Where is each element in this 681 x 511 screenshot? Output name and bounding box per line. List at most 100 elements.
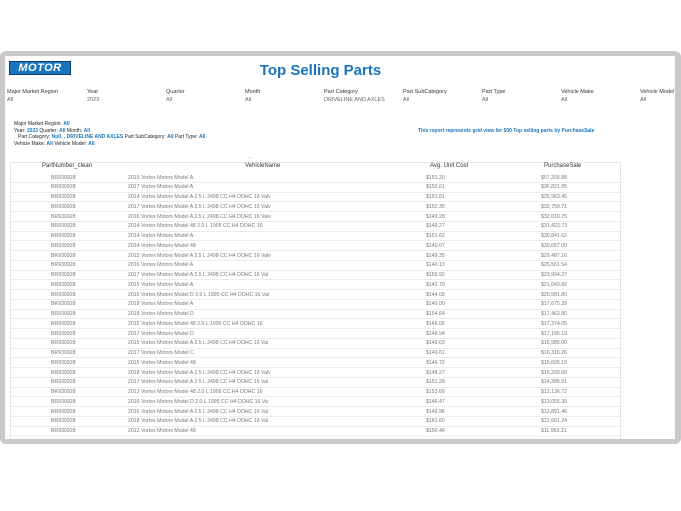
table-row[interactable]: BR930928 2015 Vortex Motors Model A $142.7… [11,280,622,290]
filter-value: All [245,97,252,103]
cell-vehiclename: 2015 Vortex Motors Model 48 [128,359,196,366]
cell-vehiclename: 2016 Vortex Motors Model A 2.5 L 2498 CC… [128,408,269,415]
cell-partnumber: BR930928 [51,223,76,230]
table-row[interactable]: BR930928 2014 Vortex Motors Model 48 $140.… [11,241,622,251]
table-row[interactable]: BR930928 2015 Vortex Motors Model A $151.2… [11,173,622,183]
header-vehiclename[interactable]: VehicleName [245,163,280,169]
cell-partnumber: BR930928 [51,301,76,308]
table-row[interactable]: BR930928 2016 Vortex Motors Model A 2.5 L… [11,212,622,222]
filter-major-market-region[interactable]: Major Market Region All [7,89,58,103]
cell-vehiclename: 2015 Vortex Motors Model A 2.5 L 2498 CC… [128,340,269,347]
cell-vehiclename: 2015 Vortex Motors Model A [128,174,194,181]
cell-avg-unit-cost: $152.61 [426,184,445,191]
cell-purchasesale: $15,209.60 [541,369,567,376]
filter-label: Major Market Region [7,89,59,95]
cell-partnumber: BR930928 [51,184,76,191]
cell-avg-unit-cost: $140.07 [426,242,445,249]
scroll-marker: ... [248,154,253,160]
cell-purchasesale: $17,463.80 [541,311,567,317]
cell-partnumber: BR930928 [51,252,76,259]
cell-purchasesale: $36,821.95 [541,184,567,191]
table-row[interactable]: BR930928 2016 Vortex Motors Model D 2.0 L… [11,290,622,300]
filter-year[interactable]: Year 2023 [87,89,99,103]
cell-avg-unit-cost: $148.94 [426,330,445,337]
cell-vehiclename: 2017 Vortex Motors Model A 2.5 L 2498 CC… [128,203,271,210]
table-row[interactable]: BR930928 2015 Vortex Motors Model A 2.5 L… [11,339,622,349]
cell-purchasesale: $16,316.26 [541,350,567,356]
report-frame: MOTOR Top Selling Parts Major Market Reg… [0,51,681,444]
header-avg-unit-cost[interactable]: Avg. Unit Cost [430,163,468,169]
filter-vehicle-make[interactable]: Vehicle Make All [561,89,594,103]
cell-avg-unit-cost: $151.81 [426,194,445,200]
cell-purchasesale: $35,963.45 [541,194,567,200]
table-row[interactable]: BR930928 2014 Vortex Motors Model 48 2.0 … [11,222,622,232]
cell-vehiclename: 2015 Vortex Motors Model 48 2.0 L 1995 C… [128,320,263,327]
filter-month[interactable]: Month All [245,89,260,103]
cell-purchasesale: $12,891.46 [541,408,567,415]
cell-purchasesale: $13,055.30 [541,398,567,405]
table-row[interactable]: BR930928 2018 Vortex Motors Model D $154.6… [11,310,622,320]
cell-purchasesale: $23,994.27 [541,272,567,278]
parts-table[interactable]: PartNumber_clean VehicleName Avg. Unit C… [10,162,622,439]
summary-label: Major Market Region: [14,121,62,127]
cell-partnumber: BR930928 [51,340,76,347]
filter-quarter[interactable]: Quarter All [166,89,185,103]
filter-part-subcategory[interactable]: Part SubCategory All [403,89,447,103]
table-row[interactable]: BR930928 2016 Vortex Motors Model D 2.0 L… [11,397,622,407]
summary-label: Year: [14,127,26,134]
table-row[interactable]: BR930928 2015 Vortex Motors Model A 2.5 L… [11,251,622,261]
table-row[interactable]: BR930928 2016 Vortex Motors Model A 2.5 L… [11,407,622,417]
cell-avg-unit-cost: $142.79 [426,281,445,288]
summary-value: All [83,127,90,134]
table-row[interactable]: BR930928 2018 Vortex Motors Model A 2.5 L… [11,368,622,378]
cell-purchasesale: $32,759.71 [541,203,567,210]
cell-partnumber: BR930928 [51,272,76,278]
cell-avg-unit-cost: $151.62 [426,233,445,239]
cell-avg-unit-cost: $144.09 [426,291,445,298]
table-row[interactable]: BR930928 2017 Vortex Motors Model C $149.6… [11,349,622,359]
cell-avg-unit-cost: $161.60 [426,418,445,425]
filter-label: Part Type [482,89,506,95]
cell-partnumber: BR930928 [51,213,76,220]
filter-bar: Major Market Region All Year 2023 Quarte… [5,89,675,109]
table-row[interactable]: BR930928 2014 Vortex Motors Model A $151.6… [11,232,622,242]
table-row[interactable]: BR930928 2018 Vortex Motors Model A 2.5 L… [11,417,622,427]
table-row[interactable]: BR930928 2013 Vortex Motors Model 48 2.0 … [11,388,622,398]
table-row[interactable]: BR930928 2018 Vortex Motors Model A $149.0… [11,300,622,310]
filter-label: Part SubCategory [403,89,447,95]
summary-value: All [199,134,206,140]
filter-part-category[interactable]: Part Category DRIVELINE AND AXLES [324,89,385,103]
filter-label: Month [245,89,261,95]
cell-partnumber: BR930928 [51,418,76,425]
cell-avg-unit-cost: $149.28 [426,213,445,220]
filter-part-type[interactable]: Part Type All [482,89,505,103]
table-row[interactable]: BR930928 2014 Vortex Motors Model A 2.5 L… [11,193,622,203]
cell-partnumber: BR930928 [51,398,76,405]
table-row[interactable]: BR930928 2015 Vortex Motors Model 48 2.0 … [11,319,622,329]
summary-value: 2023 [26,127,39,134]
filter-value: All [166,97,173,103]
cell-avg-unit-cost: $149.27 [426,223,445,230]
table-row[interactable]: BR930928 2017 Vortex Motors Model A 2.5 L… [11,271,622,281]
cell-avg-unit-cost: $150.92 [426,272,445,278]
table-row[interactable]: BR930928 2017 Vortex Motors Model D $148.9… [11,329,622,339]
table-row[interactable]: BR930928 2017 Vortex Motors Model A 2.5 L… [11,378,622,388]
summary-value: All [167,134,174,140]
filter-label: Vehicle Model [640,89,675,95]
table-row[interactable]: BR930928 2017 Vortex Motors Model A 2.5 L… [11,202,622,212]
summary-label: Vehicle Make: [14,140,46,147]
cell-partnumber: BR930928 [51,194,76,200]
filter-vehicle-model[interactable]: Vehicle Model All [640,89,674,103]
table-row[interactable]: BR930928 2016 Vortex Motors Model A $140.1… [11,261,622,271]
cell-avg-unit-cost: $149.96 [426,408,445,415]
header-partnumber[interactable]: PartNumber_clean [42,163,92,169]
table-row[interactable]: BR930928 2015 Vortex Motors Model 48 $146.… [11,358,622,368]
cell-purchasesale: $31,423.73 [541,223,567,230]
cell-vehiclename: 2013 Vortex Motors Model 48 2.0 L 1995 C… [128,389,263,395]
cell-vehiclename: 2014 Vortex Motors Model 48 [128,242,196,249]
table-row[interactable]: BR930928 2013 Vortex Motors Model 48 $150.… [11,427,622,437]
table-row[interactable]: BR930928 2017 Vortex Motors Model A $152.6… [11,183,622,193]
header-purchasesale[interactable]: PurchaseSale [544,163,581,169]
filter-label: Quarter [166,89,185,95]
cell-avg-unit-cost: $146.05 [426,320,445,327]
